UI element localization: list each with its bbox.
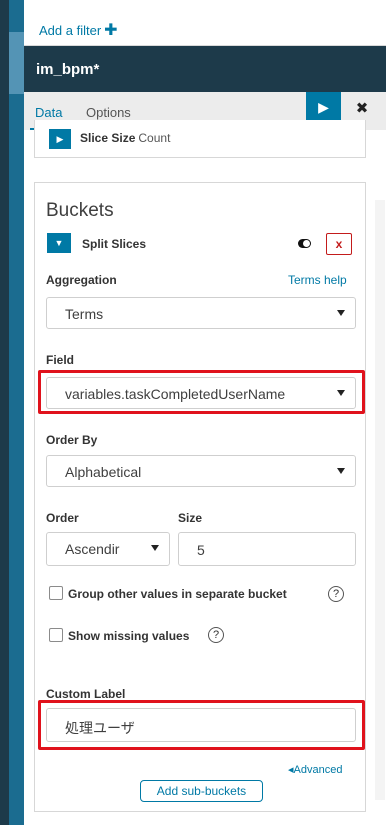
- field-label: Field: [46, 353, 75, 367]
- expand-metric-toggle[interactable]: ▶: [49, 129, 71, 149]
- aggregation-select[interactable]: Terms: [46, 297, 356, 329]
- help-icon[interactable]: ?: [208, 627, 224, 643]
- size-input[interactable]: 5: [178, 532, 356, 566]
- apply-changes-button[interactable]: ▶: [306, 92, 341, 122]
- filter-bar: Add a filter ✚: [24, 6, 386, 46]
- advanced-toggle-link[interactable]: ◂Advanced: [288, 763, 342, 776]
- buckets-section: Buckets ▼ Split Slices x Aggregation Ter…: [34, 182, 366, 812]
- panel-scrollbar[interactable]: [375, 200, 385, 800]
- left-nav-accent: [9, 32, 24, 94]
- chevron-down-icon: ▼: [54, 238, 64, 248]
- order-label: Order: [46, 511, 79, 525]
- toggle-bucket-switch[interactable]: [293, 235, 315, 251]
- group-other-label: Group other values in separate bucket: [68, 587, 287, 601]
- plus-icon: ✚: [104, 22, 118, 39]
- order-by-label: Order By: [46, 433, 98, 447]
- caret-down-icon: [151, 545, 159, 551]
- order-select[interactable]: Ascendir: [46, 532, 170, 566]
- tab-data[interactable]: Data: [35, 105, 62, 120]
- show-missing-label: Show missing values: [68, 629, 190, 643]
- remove-bucket-button[interactable]: x: [326, 233, 352, 255]
- visualization-title-bar: im_bpm*: [24, 46, 386, 92]
- caret-down-icon: [337, 390, 345, 396]
- chevron-right-icon: ▶: [56, 133, 64, 144]
- buckets-title: Buckets: [46, 200, 114, 221]
- field-select[interactable]: variables.taskCompletedUserName: [46, 377, 356, 409]
- close-icon: x: [335, 237, 343, 251]
- show-missing-checkbox[interactable]: [49, 628, 63, 642]
- help-icon[interactable]: ?: [328, 586, 344, 602]
- metric-slice-size: ▶ Slice Size Count: [34, 120, 366, 158]
- metric-label: Slice Size Count: [80, 131, 171, 145]
- caret-down-icon: [337, 310, 345, 316]
- toggle-icon: [297, 238, 311, 248]
- play-icon: ▶: [318, 98, 329, 115]
- left-nav-strip: [0, 0, 24, 825]
- discard-button[interactable]: ✖: [350, 97, 374, 119]
- tab-options[interactable]: Options: [86, 105, 131, 120]
- custom-label-label: Custom Label: [46, 687, 126, 701]
- size-label: Size: [178, 511, 203, 525]
- add-sub-buckets-button[interactable]: Add sub-buckets: [140, 780, 263, 802]
- aggregation-label: Aggregation: [46, 273, 117, 287]
- order-by-select[interactable]: Alphabetical: [46, 455, 356, 487]
- terms-help-link[interactable]: Terms help: [288, 273, 347, 287]
- collapse-bucket-toggle[interactable]: ▼: [47, 233, 71, 253]
- add-filter-link[interactable]: Add a filter ✚: [39, 20, 118, 40]
- custom-label-input[interactable]: 処理ユーザ: [46, 708, 356, 742]
- page-title: im_bpm*: [36, 61, 100, 78]
- close-icon: ✖: [355, 100, 369, 117]
- group-other-checkbox[interactable]: [49, 586, 63, 600]
- caret-down-icon: [337, 468, 345, 474]
- split-slices-label: Split Slices: [82, 237, 147, 251]
- left-nav-dark: [0, 0, 9, 825]
